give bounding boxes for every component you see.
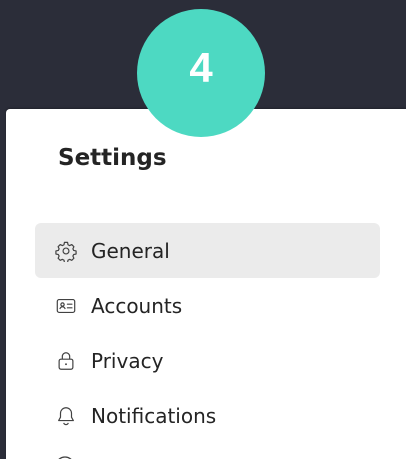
nav-item-accounts[interactable]: Accounts <box>35 278 380 333</box>
gear-icon <box>55 240 77 262</box>
step-number-badge: 4 <box>137 9 265 137</box>
lock-icon <box>55 350 77 372</box>
cut-off-nav-icon <box>54 455 76 459</box>
nav-item-general[interactable]: General <box>35 223 380 278</box>
nav-item-notifications[interactable]: Notifications <box>35 388 380 443</box>
settings-nav: General Accounts Privacy Notifications <box>35 223 380 443</box>
bell-icon <box>55 405 77 427</box>
nav-item-privacy[interactable]: Privacy <box>35 333 380 388</box>
page-title: Settings <box>58 145 167 171</box>
nav-item-label: Accounts <box>91 293 183 318</box>
nav-item-label: Notifications <box>91 403 217 428</box>
id-card-icon <box>55 295 77 317</box>
settings-panel: Settings General Accounts Privacy Notifi… <box>6 109 406 459</box>
nav-item-label: Privacy <box>91 348 164 373</box>
nav-item-label: General <box>91 238 170 263</box>
